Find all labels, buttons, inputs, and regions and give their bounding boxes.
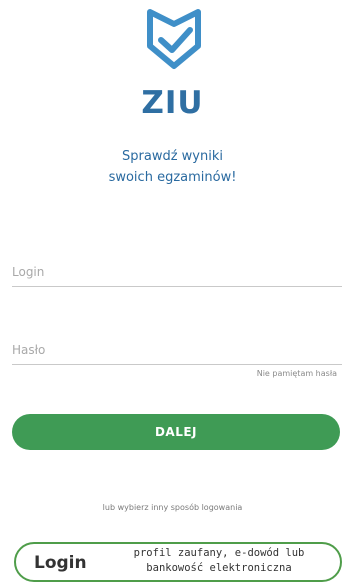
tagline: Sprawdź wyniki swoich egzaminów! [0, 146, 345, 188]
submit-button[interactable]: DALEJ [12, 414, 340, 450]
trusted-profile-description: profil zaufany, e-dowód lub bankowość el… [104, 546, 334, 576]
trusted-profile-login-button[interactable]: Login profil zaufany, e-dowód lub bankow… [14, 542, 342, 582]
forgot-password-link[interactable]: Nie pamiętam hasła [257, 369, 337, 378]
password-input[interactable] [12, 336, 342, 365]
tagline-line-2: swoich egzaminów! [108, 170, 237, 185]
tagline-line-1: Sprawdź wyniki [122, 149, 223, 164]
login-gov-wordmark: Login [34, 553, 87, 573]
login-input[interactable] [12, 258, 342, 287]
alternative-login-text: lub wybierz inny sposób logowania [102, 503, 243, 512]
ziu-badge-check-icon [147, 9, 201, 69]
app-name: ZIU [141, 85, 204, 121]
trusted-profile-line-2: bankowość elektroniczna [146, 562, 292, 574]
trusted-profile-line-1: profil zaufany, e-dowód lub [133, 547, 305, 559]
